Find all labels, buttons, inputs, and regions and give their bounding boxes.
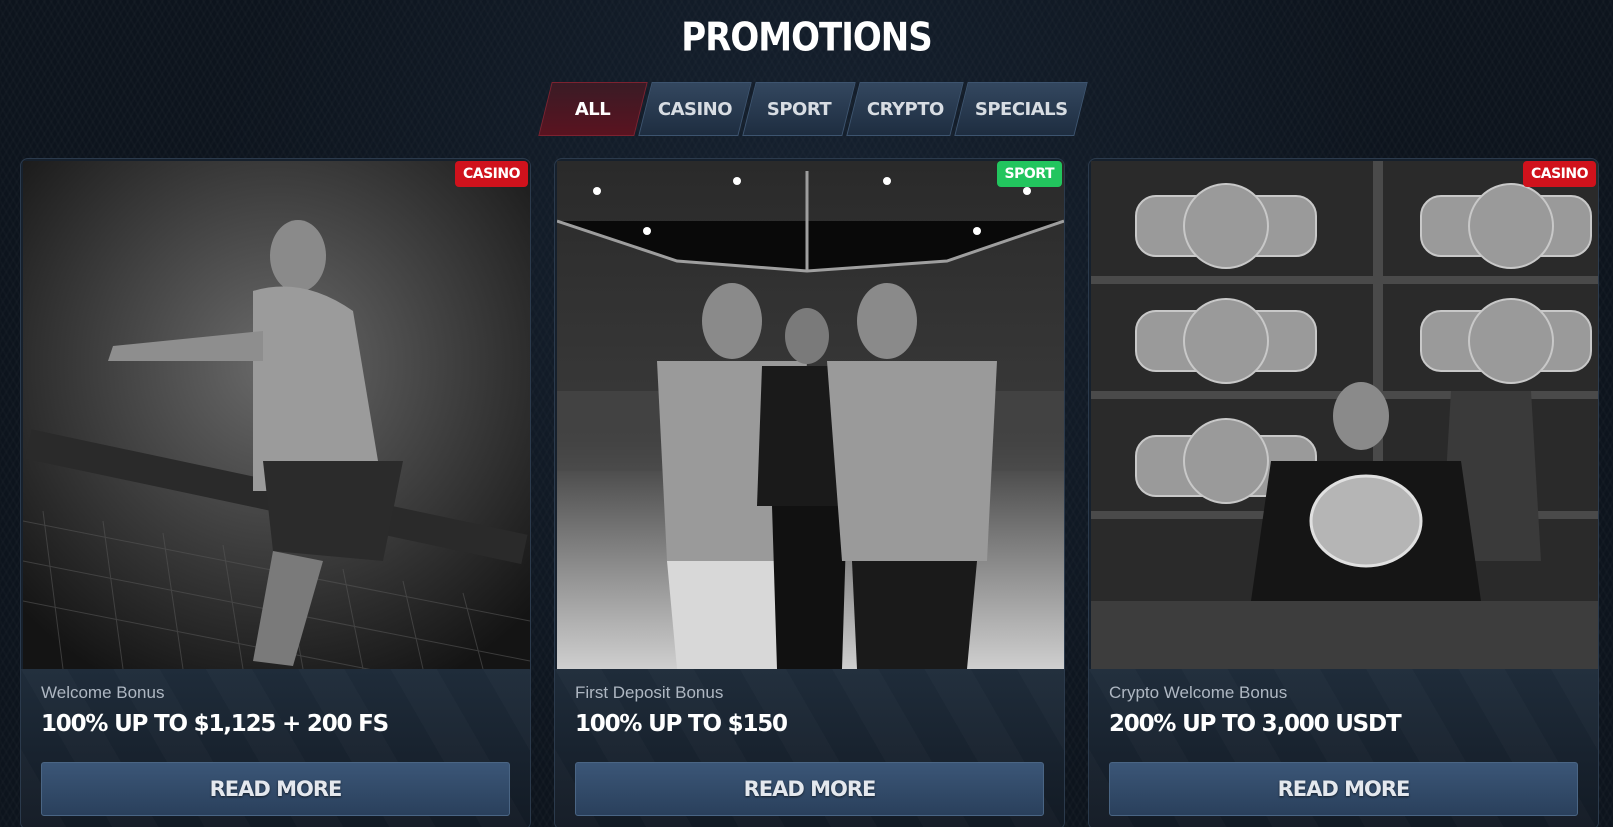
promo-amount: 200% UP TO 3,000 USDT — [1109, 711, 1402, 737]
category-badge: CASINO — [1522, 161, 1596, 187]
champion-belts-photo — [1091, 161, 1598, 669]
promo-subtitle: Welcome Bonus — [41, 683, 165, 702]
category-badge: CASINO — [454, 161, 528, 187]
tab-label: CRYPTO — [866, 98, 944, 120]
read-more-button[interactable]: READ MORE — [1109, 762, 1578, 816]
promotion-tabs: ALL CASINO SPORT CRYPTO SPECIALS — [538, 82, 1088, 136]
category-badge: SPORT — [996, 161, 1062, 187]
tab-specials[interactable]: SPECIALS — [954, 82, 1088, 136]
card-info: Welcome Bonus 100% UP TO $1,125 + 200 FS… — [21, 669, 530, 827]
promo-card-welcome[interactable]: CASINO Welcome Bonus 100% UP TO $1,125 +… — [20, 158, 531, 827]
tab-sport[interactable]: SPORT — [742, 82, 856, 136]
promo-card-crypto-welcome[interactable]: CASINO Crypto Welcome Bonus 200% UP TO 3… — [1088, 158, 1599, 827]
tab-label: CASINO — [657, 98, 733, 120]
tab-label: SPORT — [766, 98, 832, 120]
page-title: PROMOTIONS — [681, 15, 932, 61]
read-more-button[interactable]: READ MORE — [41, 762, 510, 816]
promo-subtitle: Crypto Welcome Bonus — [1109, 683, 1288, 702]
tab-crypto[interactable]: CRYPTO — [846, 82, 964, 136]
fighter-on-cage-photo — [23, 161, 530, 669]
read-more-button[interactable]: READ MORE — [575, 762, 1044, 816]
fighters-faceoff-photo — [557, 161, 1064, 669]
tab-all[interactable]: ALL — [538, 82, 648, 136]
promo-card-first-deposit[interactable]: SPORT First Deposit Bonus 100% UP TO $15… — [554, 158, 1065, 827]
tab-label: ALL — [575, 98, 611, 120]
promo-amount: 100% UP TO $150 — [575, 711, 788, 737]
tab-casino[interactable]: CASINO — [638, 82, 752, 136]
card-info: First Deposit Bonus 100% UP TO $150 READ… — [555, 669, 1064, 827]
promo-subtitle: First Deposit Bonus — [575, 683, 724, 702]
promo-amount: 100% UP TO $1,125 + 200 FS — [41, 711, 389, 737]
tab-label: SPECIALS — [974, 98, 1068, 120]
card-info: Crypto Welcome Bonus 200% UP TO 3,000 US… — [1089, 669, 1598, 827]
